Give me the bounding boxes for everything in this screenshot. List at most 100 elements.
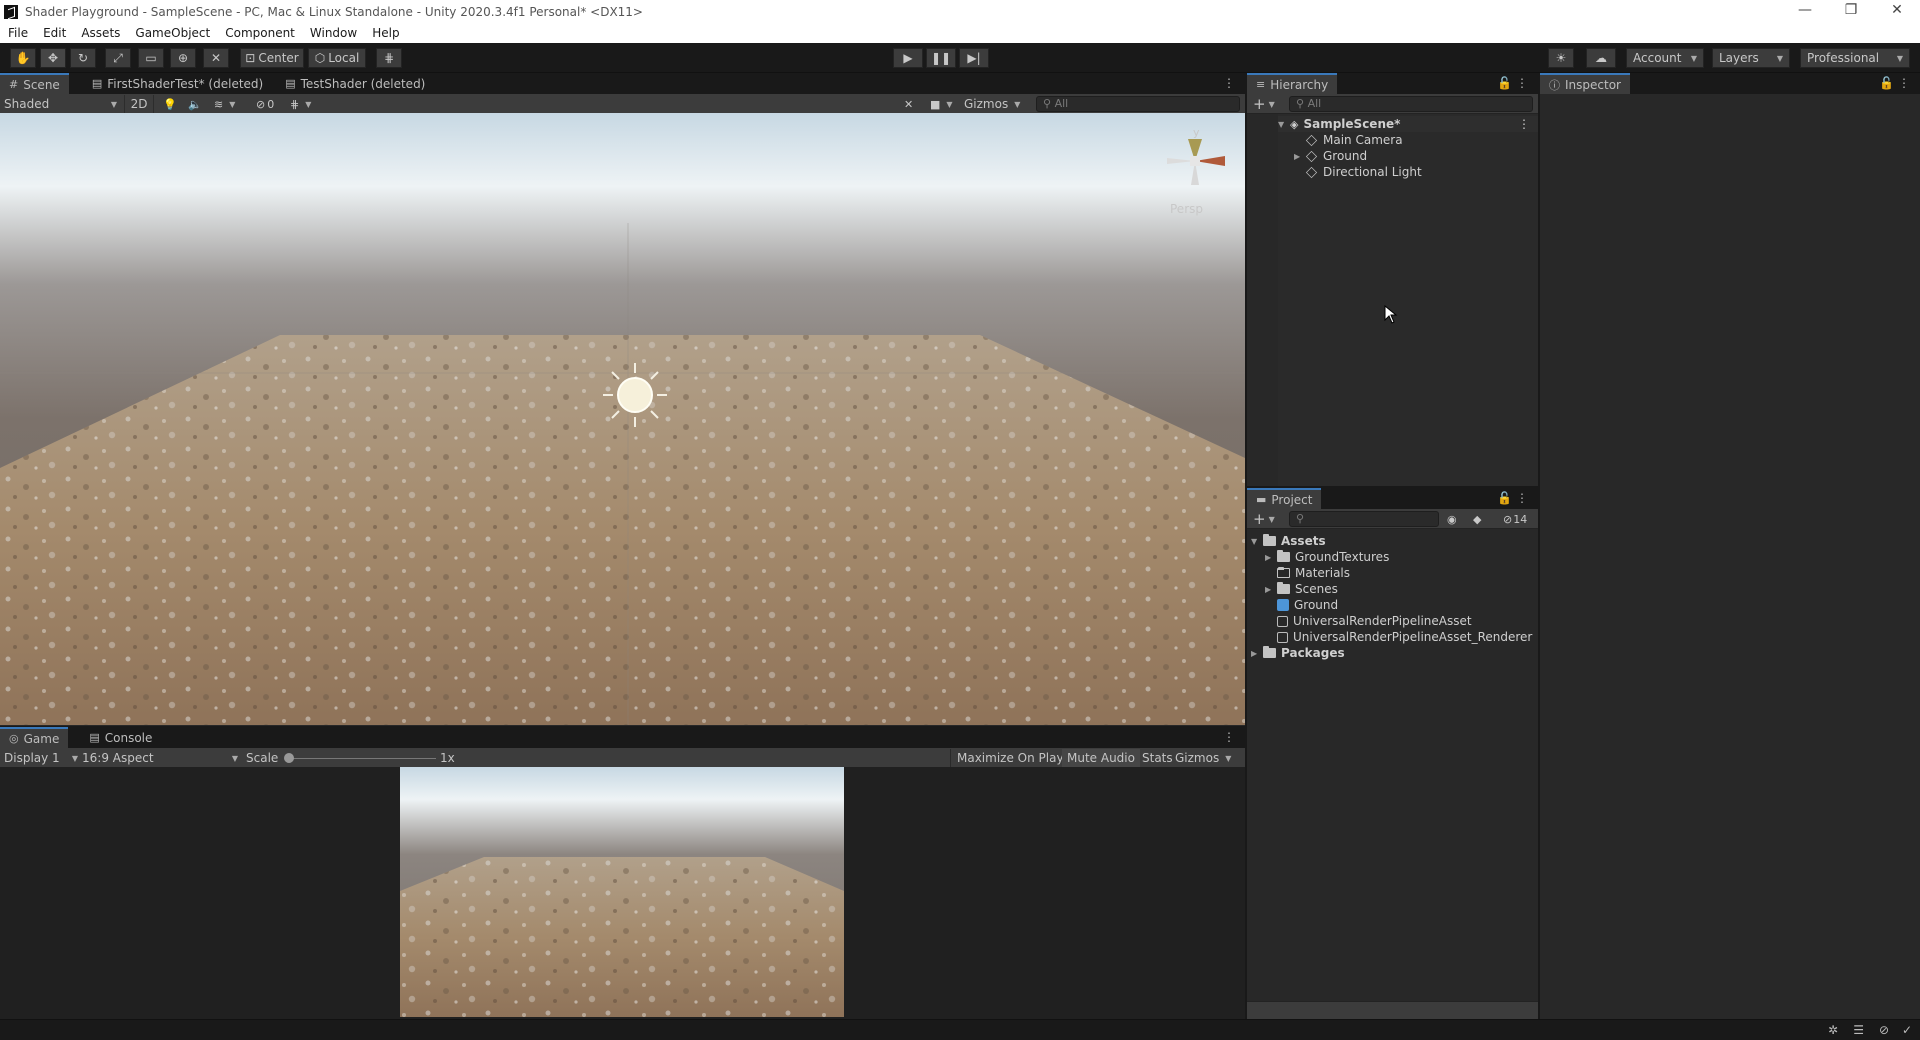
step-button[interactable]: ▶| bbox=[959, 48, 989, 68]
effects-dropdown[interactable]: ≋ ▼ bbox=[214, 95, 235, 113]
pivot-center-toggle[interactable]: ⊡ Center bbox=[240, 48, 304, 68]
tab-first-shader-test[interactable]: ▤ FirstShaderTest* (deleted) bbox=[83, 73, 272, 94]
tools-toggle[interactable]: ✕ bbox=[904, 95, 913, 113]
account-dropdown[interactable]: Account ▼ bbox=[1626, 48, 1704, 68]
menu-file[interactable]: File bbox=[8, 26, 28, 40]
mute-audio-toggle[interactable]: Mute Audio bbox=[1062, 749, 1140, 767]
scene-menu-icon[interactable]: ⋮ bbox=[1518, 117, 1530, 131]
scene-search-input[interactable]: ⚲ All bbox=[1036, 96, 1240, 112]
tag-icon: ◆ bbox=[1473, 512, 1482, 526]
chevron-down-icon: ▼ bbox=[1225, 753, 1232, 763]
2d-toggle[interactable]: 2D bbox=[124, 95, 154, 113]
cloud-button[interactable]: ☁ bbox=[1586, 48, 1616, 68]
project-assets-root[interactable]: ▼ Assets bbox=[1251, 533, 1326, 549]
panel-menu-icon[interactable]: ⋮ bbox=[1223, 730, 1235, 744]
stats-toggle[interactable]: Stats bbox=[1138, 749, 1177, 767]
scale-tool-button[interactable]: ⤢ bbox=[105, 48, 131, 68]
menu-assets[interactable]: Assets bbox=[81, 26, 120, 40]
close-button[interactable]: ✕ bbox=[1874, 0, 1920, 23]
pause-icon: ❚❚ bbox=[930, 51, 952, 65]
auto-generate-lighting-icon[interactable]: ⊘ bbox=[1879, 1023, 1889, 1037]
progress-check-icon[interactable]: ✓ bbox=[1902, 1023, 1912, 1037]
layout-dropdown[interactable]: Professional ▼ bbox=[1800, 48, 1910, 68]
project-packages-root[interactable]: ▶ Packages bbox=[1251, 645, 1345, 661]
tab-game[interactable]: ◎ Game bbox=[0, 727, 69, 748]
project-item-urp-renderer[interactable]: UniversalRenderPipelineAsset_Renderer bbox=[1277, 629, 1532, 645]
project-item-ground[interactable]: Ground bbox=[1277, 597, 1338, 613]
persp-label[interactable]: Persp bbox=[1170, 202, 1203, 216]
directional-light-gizmo[interactable] bbox=[603, 363, 667, 427]
inspector-panel: ⓘ Inspector 🔓 ⋮ bbox=[1540, 73, 1920, 1019]
tab-console[interactable]: ▤ Console bbox=[80, 727, 161, 748]
scene-icon: # bbox=[9, 78, 19, 91]
move-tool-button[interactable]: ✥ bbox=[40, 48, 66, 68]
panel-menu-icon[interactable]: ⋮ bbox=[1516, 491, 1528, 505]
game-gizmos-dropdown[interactable]: Gizmos ▼ bbox=[1175, 749, 1231, 767]
lock-icon[interactable]: 🔓 bbox=[1879, 76, 1894, 90]
create-dropdown[interactable]: + ▼ bbox=[1253, 510, 1275, 528]
project-search-input[interactable]: ⚲ bbox=[1289, 511, 1439, 527]
hidden-objects-toggle[interactable]: ⊘ 0 bbox=[256, 95, 274, 113]
menu-gameobject[interactable]: GameObject bbox=[135, 26, 210, 40]
audio-toggle[interactable]: 🔈 bbox=[188, 95, 202, 113]
custom-tool-button[interactable]: ✕ bbox=[203, 48, 229, 68]
display-dropdown[interactable]: Display 1 ▼ bbox=[4, 749, 78, 767]
menu-edit[interactable]: Edit bbox=[43, 26, 66, 40]
hierarchy-search-input[interactable]: ⚲ All bbox=[1289, 96, 1533, 112]
menu-window[interactable]: Window bbox=[310, 26, 357, 40]
assets-label: Assets bbox=[1281, 534, 1326, 548]
tab-hierarchy[interactable]: ≡ Hierarchy bbox=[1247, 73, 1338, 94]
tab-inspector[interactable]: ⓘ Inspector bbox=[1540, 73, 1630, 94]
collab-button[interactable]: ☀ bbox=[1548, 48, 1574, 68]
tab-scene[interactable]: # Scene bbox=[0, 73, 69, 94]
hierarchy-item-main-camera[interactable]: Main Camera bbox=[1305, 132, 1403, 148]
maximize-on-play-toggle[interactable]: Maximize On Play bbox=[950, 749, 1070, 767]
panel-menu-icon[interactable]: ⋮ bbox=[1898, 76, 1910, 90]
create-dropdown[interactable]: + ▼ bbox=[1253, 95, 1275, 113]
restore-button[interactable]: ❐ bbox=[1828, 0, 1874, 23]
pause-button[interactable]: ❚❚ bbox=[926, 48, 956, 68]
search-by-label-button[interactable]: ◆ bbox=[1473, 510, 1481, 528]
plus-icon: + bbox=[1253, 510, 1266, 528]
scene-root-row[interactable]: ▼ ◈ SampleScene* ⋮ bbox=[1278, 116, 1538, 132]
transform-tool-button[interactable]: ⊕ bbox=[170, 48, 196, 68]
cache-icon[interactable]: ☰ bbox=[1853, 1023, 1864, 1037]
scale-slider-handle[interactable] bbox=[284, 753, 294, 763]
play-button[interactable]: ▶ bbox=[893, 48, 923, 68]
hierarchy-item-directional-light[interactable]: Directional Light bbox=[1305, 164, 1422, 180]
scale-slider-track[interactable] bbox=[288, 758, 436, 759]
lock-icon[interactable]: 🔓 bbox=[1497, 491, 1512, 505]
rotate-tool-button[interactable]: ↻ bbox=[70, 48, 96, 68]
lock-icon[interactable]: 🔓 bbox=[1497, 76, 1512, 90]
project-item-groundtextures[interactable]: ▶ GroundTextures bbox=[1265, 549, 1389, 565]
layers-dropdown[interactable]: Layers ▼ bbox=[1712, 48, 1790, 68]
grid-dropdown[interactable]: ⋕ ▼ bbox=[290, 95, 311, 113]
game-viewport[interactable] bbox=[0, 767, 1245, 1017]
rect-tool-button[interactable]: ▭ bbox=[138, 48, 164, 68]
grid-snap-button[interactable]: ⋕ bbox=[376, 48, 402, 68]
pivot-label: Center bbox=[258, 51, 299, 65]
project-item-scenes[interactable]: ▶ Scenes bbox=[1265, 581, 1338, 597]
panel-menu-icon[interactable]: ⋮ bbox=[1516, 76, 1528, 90]
hand-tool-button[interactable]: ✋ bbox=[10, 48, 36, 68]
tab-test-shader[interactable]: ▤ TestShader (deleted) bbox=[276, 73, 434, 94]
aspect-dropdown[interactable]: 16:9 Aspect ▼ bbox=[82, 749, 238, 767]
menu-component[interactable]: Component bbox=[225, 26, 295, 40]
panel-menu-icon[interactable]: ⋮ bbox=[1223, 76, 1235, 90]
bug-icon[interactable]: ✲ bbox=[1828, 1023, 1838, 1037]
lighting-toggle[interactable]: 💡 bbox=[163, 95, 177, 113]
tab-project[interactable]: ▬ Project bbox=[1247, 488, 1322, 509]
menu-help[interactable]: Help bbox=[372, 26, 399, 40]
project-item-urp-asset[interactable]: UniversalRenderPipelineAsset bbox=[1277, 613, 1472, 629]
minimize-button[interactable]: — bbox=[1782, 0, 1828, 23]
scene-viewport[interactable]: y Persp bbox=[0, 113, 1245, 725]
draw-mode-dropdown[interactable]: Shaded ▼ bbox=[4, 95, 120, 113]
search-by-type-button[interactable]: ◉ bbox=[1447, 510, 1457, 528]
hidden-packages-toggle[interactable]: ⊘ 14 bbox=[1503, 510, 1527, 528]
project-item-materials[interactable]: Materials bbox=[1277, 565, 1350, 581]
chevron-down-icon: ▼ bbox=[110, 99, 117, 109]
camera-dropdown[interactable]: ■ ▼ bbox=[930, 95, 953, 113]
gizmos-dropdown[interactable]: Gizmos ▼ bbox=[964, 95, 1020, 113]
hierarchy-item-ground[interactable]: ▶ Ground bbox=[1294, 148, 1367, 164]
pivot-space-toggle[interactable]: ⬡ Local bbox=[308, 48, 366, 68]
